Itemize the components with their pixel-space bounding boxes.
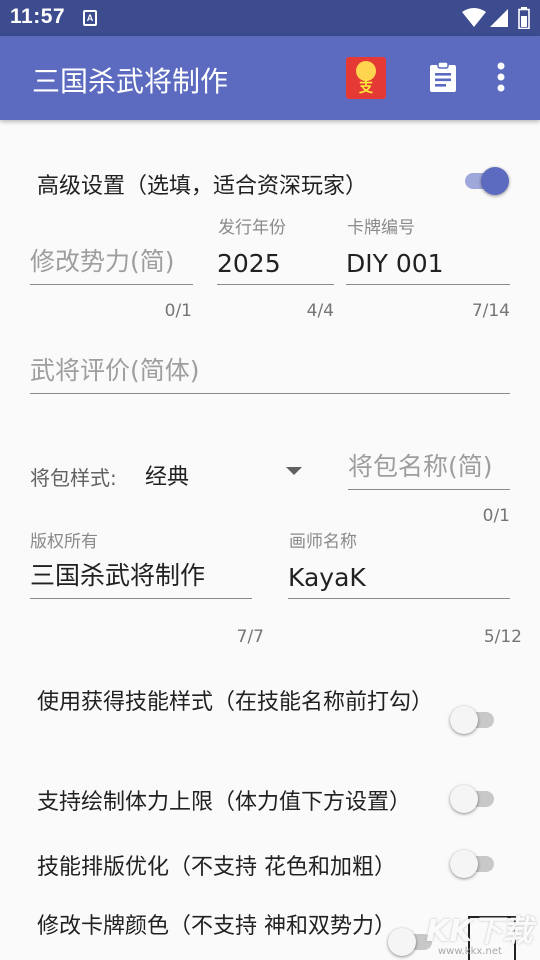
layout-opt-switch[interactable]	[450, 848, 498, 878]
copyright-value: 三国杀武将制作	[30, 561, 206, 590]
status-time: 11:57	[10, 5, 66, 28]
advanced-settings-switch[interactable]	[461, 165, 509, 195]
artist-value: KayaK	[288, 563, 366, 592]
evaluation-input[interactable]: 武将评价(简体)	[30, 348, 510, 394]
pack-name-input[interactable]: 将包名称(简)	[348, 444, 510, 490]
copyright-counter: 7/7	[236, 627, 264, 647]
pack-style-label: 将包样式:	[30, 466, 117, 490]
artist-input[interactable]: KayaK	[288, 553, 510, 599]
card-no-label: 卡牌编号	[347, 218, 415, 238]
pack-name-counter: 0/1	[482, 506, 510, 526]
faction-counter: 0/1	[164, 301, 192, 321]
watermark-url: www.kkx.net	[438, 946, 502, 957]
dropdown-arrow-icon[interactable]	[286, 467, 302, 475]
toggle-label-layout-opt: 技能排版优化（不支持 花色和加粗）	[37, 855, 396, 880]
skill-style-switch[interactable]	[450, 704, 498, 734]
toggle-label-skill-style: 使用获得技能样式（在技能名称前打勾）	[37, 690, 434, 715]
wifi-icon	[462, 8, 486, 27]
evaluation-placeholder: 武将评价(简体)	[30, 356, 200, 385]
year-label: 发行年份	[218, 218, 286, 238]
year-counter: 4/4	[306, 301, 334, 321]
status-bar: 11:57 A	[0, 0, 540, 36]
copyright-label: 版权所有	[30, 532, 98, 552]
card-no-counter: 7/14	[471, 301, 510, 321]
artist-counter: 5/12	[483, 627, 522, 647]
card-no-input[interactable]: DIY 001	[346, 239, 510, 285]
pack-name-placeholder: 将包名称(简)	[348, 452, 493, 481]
clipboard-icon[interactable]	[428, 61, 458, 93]
red-packet-char: 支	[359, 80, 373, 96]
faction-placeholder: 修改势力(简)	[30, 247, 175, 276]
advanced-settings-label: 高级设置（选填，适合资深玩家）	[37, 174, 368, 199]
notification-icon: A	[83, 10, 97, 26]
watermark-logo: KK下载 www.kkx.net	[420, 906, 540, 960]
battery-icon	[518, 7, 530, 29]
hp-limit-switch[interactable]	[450, 783, 498, 813]
artist-label: 画师名称	[289, 532, 357, 552]
toggle-label-hp-limit: 支持绘制体力上限（体力值下方设置）	[37, 790, 412, 815]
more-vert-icon[interactable]	[497, 62, 505, 92]
copyright-input[interactable]: 三国杀武将制作	[30, 553, 252, 599]
app-bar: 三国杀武将制作 支	[0, 36, 540, 120]
signal-icon	[490, 9, 508, 27]
faction-input[interactable]: 修改势力(简)	[30, 239, 193, 285]
year-value: 2025	[217, 249, 281, 278]
watermark-text: KK下载	[426, 914, 533, 949]
form-content: 高级设置（选填，适合资深玩家） 发行年份 卡牌编号 修改势力(简) 2025 D…	[0, 120, 540, 960]
card-no-value: DIY 001	[346, 249, 444, 278]
app-title: 三国杀武将制作	[32, 65, 229, 98]
toggle-label-card-color: 修改卡牌颜色（不支持 神和双势力）	[37, 914, 396, 939]
pack-style-value[interactable]: 经典	[145, 459, 189, 491]
red-packet-icon[interactable]: 支	[346, 57, 386, 99]
year-input[interactable]: 2025	[217, 239, 334, 285]
